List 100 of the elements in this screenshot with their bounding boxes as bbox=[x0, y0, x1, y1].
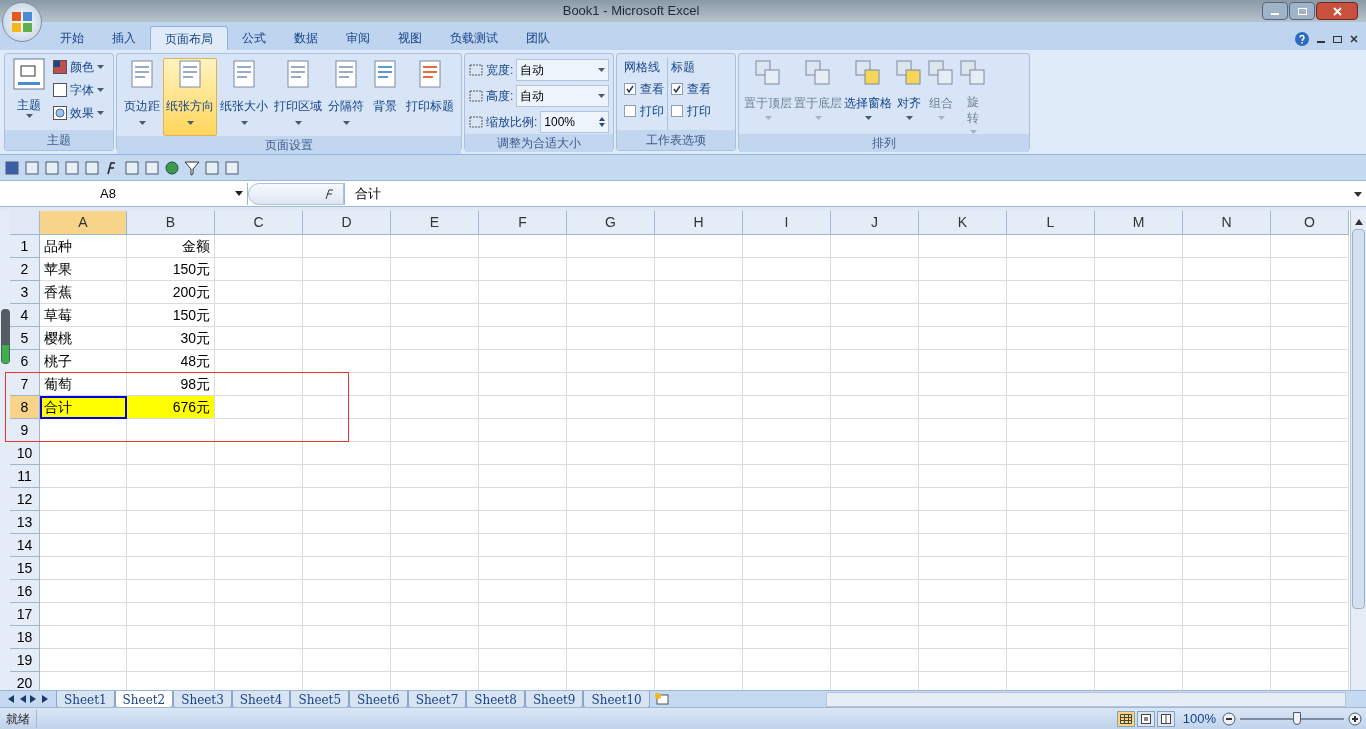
formula-input[interactable]: 合计 bbox=[344, 182, 1352, 205]
row-header[interactable]: 20 bbox=[10, 672, 40, 690]
row-header[interactable]: 16 bbox=[10, 580, 40, 603]
sheet-tab[interactable]: Sheet5 bbox=[290, 690, 350, 708]
column-header[interactable]: G bbox=[567, 211, 655, 235]
sheet-tab[interactable]: Sheet10 bbox=[583, 690, 650, 708]
sheet-tab[interactable]: Sheet9 bbox=[524, 690, 584, 708]
row-header[interactable]: 5 bbox=[10, 327, 40, 350]
page-layout-button[interactable] bbox=[1136, 710, 1155, 727]
column-header[interactable]: B bbox=[127, 211, 215, 235]
column-header[interactable]: F bbox=[479, 211, 567, 235]
themes-button[interactable]: 主题 bbox=[17, 96, 41, 114]
restore-icon[interactable] bbox=[1333, 35, 1342, 43]
section-title: 标题 bbox=[671, 59, 696, 76]
column-header[interactable]: L bbox=[1007, 211, 1095, 235]
caret-icon bbox=[905, 116, 913, 120]
sheet-tab[interactable]: Sheet8 bbox=[466, 690, 525, 708]
page-setup-button[interactable]: 分隔符 bbox=[325, 58, 367, 136]
sheet-tab[interactable]: Sheet2 bbox=[114, 690, 174, 708]
name-box[interactable]: A8 bbox=[0, 182, 248, 205]
sheet-tab[interactable]: Sheet3 bbox=[173, 690, 232, 708]
theme-option-button[interactable]: 效果 bbox=[70, 104, 94, 122]
row-header[interactable]: 4 bbox=[10, 304, 40, 327]
row-header[interactable]: 3 bbox=[10, 281, 40, 304]
column-header[interactable]: D bbox=[303, 211, 391, 235]
ribbon-tab[interactable]: 视图 bbox=[384, 26, 436, 50]
arrange-button[interactable]: 选择窗格 bbox=[843, 58, 893, 134]
office-logo-icon bbox=[11, 11, 33, 33]
ribbon-tab[interactable]: 开始 bbox=[46, 26, 98, 50]
column-header[interactable]: C bbox=[215, 211, 303, 235]
zoom-slider[interactable] bbox=[1240, 711, 1344, 726]
row-header[interactable]: 7 bbox=[10, 373, 40, 396]
minimize-button[interactable] bbox=[1262, 2, 1288, 20]
row-header[interactable]: 17 bbox=[10, 603, 40, 626]
table-cell: 金额 bbox=[127, 235, 215, 258]
group-label: 页面设置 bbox=[265, 137, 313, 154]
column-header[interactable]: O bbox=[1271, 211, 1349, 235]
maximize-button[interactable] bbox=[1289, 2, 1315, 20]
close-button[interactable] bbox=[1316, 2, 1358, 20]
row-header[interactable]: 11 bbox=[10, 465, 40, 488]
page-setup-button[interactable]: 纸张大小 bbox=[217, 58, 271, 136]
sheet-tab[interactable]: Sheet4 bbox=[231, 690, 291, 708]
page-setup-button[interactable]: 打印标题 bbox=[403, 58, 457, 136]
page-break-button[interactable] bbox=[1156, 710, 1175, 727]
sheet-tab[interactable]: Sheet6 bbox=[349, 690, 408, 708]
ribbon-tab[interactable]: 数据 bbox=[280, 26, 332, 50]
row-header[interactable]: 1 bbox=[10, 235, 40, 258]
ribbon-tab[interactable]: 页面布局 bbox=[150, 26, 228, 50]
sheet-tab[interactable]: Sheet7 bbox=[407, 690, 467, 708]
arrange-button[interactable]: 对齐 bbox=[893, 58, 925, 134]
row-header[interactable]: 2 bbox=[10, 258, 40, 281]
caret-icon bbox=[598, 94, 605, 98]
ribbon-tab[interactable]: 团队 bbox=[512, 26, 564, 50]
row-header[interactable]: 14 bbox=[10, 534, 40, 557]
checkbox[interactable] bbox=[671, 105, 683, 117]
checkbox[interactable] bbox=[624, 105, 636, 117]
zoom-slider-thumb[interactable] bbox=[1293, 712, 1302, 725]
column-header[interactable]: I bbox=[743, 211, 831, 235]
column-header[interactable]: M bbox=[1095, 211, 1183, 235]
theme-option-button[interactable]: 颜色 bbox=[70, 58, 94, 76]
close-icon[interactable] bbox=[1350, 35, 1358, 43]
scale-icon bbox=[469, 89, 483, 103]
theme-option-button[interactable]: 字体 bbox=[70, 81, 94, 99]
column-header[interactable]: A bbox=[40, 211, 127, 235]
row-header[interactable]: 19 bbox=[10, 649, 40, 672]
dropdown-field[interactable]: 自动 bbox=[516, 59, 609, 81]
horizontal-scrollbar[interactable] bbox=[826, 691, 1346, 707]
vertical-scrollbar[interactable] bbox=[1350, 211, 1366, 690]
column-header[interactable]: H bbox=[655, 211, 743, 235]
dropdown-field[interactable]: 自动 bbox=[516, 85, 609, 107]
normal-view-button[interactable] bbox=[1116, 710, 1135, 727]
checkbox[interactable] bbox=[624, 83, 636, 95]
table-cell: 香蕉 bbox=[40, 281, 127, 304]
row-header[interactable]: 13 bbox=[10, 511, 40, 534]
column-header[interactable]: J bbox=[831, 211, 919, 235]
spinner-field[interactable]: 100% bbox=[540, 111, 609, 133]
row-header[interactable]: 8 bbox=[10, 396, 40, 419]
page-setup-button[interactable]: 页边距 bbox=[121, 58, 163, 136]
sheet-tab[interactable]: Sheet1 bbox=[56, 690, 115, 708]
row-header[interactable]: 12 bbox=[10, 488, 40, 511]
row-header[interactable]: 15 bbox=[10, 557, 40, 580]
page-setup-button[interactable]: 纸张方向 bbox=[163, 58, 217, 136]
font-icon bbox=[53, 83, 67, 97]
row-header[interactable]: 9 bbox=[10, 419, 40, 442]
row-header[interactable]: 10 bbox=[10, 442, 40, 465]
page-setup-button[interactable]: 背景 bbox=[367, 58, 403, 136]
page-setup-button[interactable]: 打印区域 bbox=[271, 58, 325, 136]
column-header[interactable]: N bbox=[1183, 211, 1271, 235]
row-header[interactable]: 18 bbox=[10, 626, 40, 649]
ribbon-tab[interactable]: 审阅 bbox=[332, 26, 384, 50]
ribbon-tab[interactable]: 插入 bbox=[98, 26, 150, 50]
column-header[interactable]: K bbox=[919, 211, 1007, 235]
last-sheet-icon bbox=[42, 695, 50, 703]
column-header[interactable]: E bbox=[391, 211, 479, 235]
ribbon-tab[interactable]: 公式 bbox=[228, 26, 280, 50]
color-swatch-icon bbox=[53, 60, 67, 74]
help-icon[interactable] bbox=[1295, 32, 1309, 46]
checkbox[interactable] bbox=[671, 83, 683, 95]
row-header[interactable]: 6 bbox=[10, 350, 40, 373]
ribbon-tab[interactable]: 负载测试 bbox=[436, 26, 512, 50]
